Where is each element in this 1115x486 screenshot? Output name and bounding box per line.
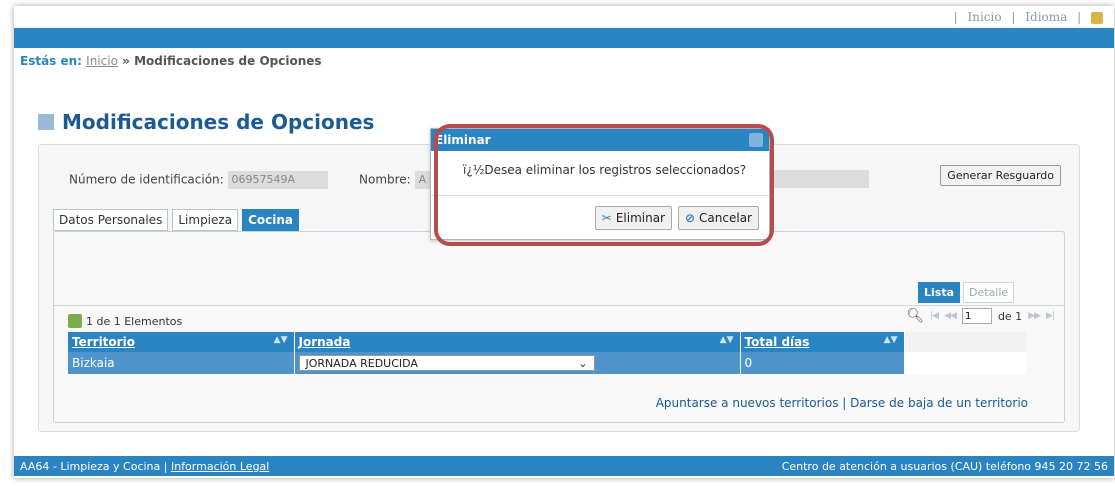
tab-cocina[interactable]: Cocina (242, 209, 299, 231)
separator: | (1011, 10, 1016, 24)
sort-icon[interactable]: ▲▼ (720, 335, 734, 345)
cancel-icon: ⊘ (684, 211, 696, 225)
confirm-delete-button[interactable]: ✂ Eliminar (594, 206, 672, 230)
id-value: 06957549A (227, 171, 328, 189)
grid-count: 1 de 1 Elementos (68, 314, 182, 328)
tab-limpieza[interactable]: Limpieza (172, 209, 239, 231)
dialog-actions: ✂ Eliminar ⊘ Cancelar (431, 195, 769, 241)
chevron-down-icon: ⌄ (578, 356, 588, 370)
separator: | (842, 396, 847, 410)
leave-territory-link[interactable]: Darse de baja de un territorio (850, 396, 1028, 410)
sort-icon[interactable]: ▲▼ (884, 335, 898, 345)
territory-links: Apuntarse a nuevos territorios | Darse d… (656, 396, 1028, 410)
breadcrumb-current: Modificaciones de Opciones (134, 54, 322, 68)
footer: AA64 - Limpieza y Cocina | Información L… (14, 456, 1114, 476)
grid-count-text: 1 de 1 Elementos (86, 314, 183, 328)
cell-territorio: Bizkaia (68, 352, 295, 374)
tab-lista[interactable]: Lista (918, 282, 961, 303)
page-of-text: de 1 (997, 309, 1023, 323)
cell-total-dias: 0 (740, 352, 905, 374)
sort-icon[interactable]: ▲▼ (274, 335, 288, 345)
generate-receipt-button[interactable]: Generar Resguardo (940, 165, 1061, 186)
top-links: | Inicio | Idioma | (951, 10, 1106, 24)
page-title: Modificaciones de Opciones (38, 110, 374, 134)
data-grid: 1 de 1 Elementos 🔍︎ |◀ ◀◀ de 1 ▶▶ ▶| (54, 305, 1066, 423)
cell-jornada: JORNADA REDUCIDA ⌄ (294, 352, 741, 374)
breadcrumb-label: Estás en: (20, 54, 82, 68)
id-field: Número de identificación: 06957549A (69, 171, 328, 189)
dialog-titlebar: Eliminar (431, 129, 769, 151)
first-page-icon[interactable]: |◀ (930, 311, 939, 321)
prev-page-icon[interactable]: ◀◀ (944, 311, 957, 321)
join-territory-link[interactable]: Apuntarse a nuevos territorios (656, 396, 839, 410)
separator: | (1077, 10, 1082, 24)
last-page-icon[interactable]: ▶| (1046, 311, 1055, 321)
language-link[interactable]: Idioma (1025, 10, 1067, 24)
column-header-total-dias[interactable]: Total días ▲▼ (740, 332, 905, 352)
pager: 🔍︎ |◀ ◀◀ de 1 ▶▶ ▶| (906, 308, 1055, 324)
tab-datos-personales[interactable]: Datos Personales (53, 209, 169, 231)
page-title-text: Modificaciones de Opciones (62, 110, 375, 134)
breadcrumb-separator: » (122, 54, 130, 68)
grid-icon (68, 314, 82, 328)
delete-dialog: Eliminar ï¿½Desea eliminar los registros… (430, 128, 770, 240)
search-icon[interactable]: 🔍︎ (906, 308, 924, 324)
territory-table: Territorio ▲▼ Jornada ▲▼ Total días ▲▼ B… (68, 332, 1026, 374)
footer-app-name: AA64 - Limpieza y Cocina | (20, 459, 168, 473)
table-row[interactable]: Bizkaia JORNADA REDUCIDA ⌄ 0 (68, 352, 1026, 374)
column-header-territorio[interactable]: Territorio ▲▼ (68, 332, 295, 352)
close-icon[interactable] (749, 133, 763, 147)
breadcrumb-home-link[interactable]: Inicio (86, 54, 118, 68)
breadcrumb: Estás en: Inicio » Modificaciones de Opc… (20, 54, 322, 68)
app-window: | Inicio | Idioma | Estás en: Inicio » M… (14, 6, 1114, 478)
view-tabs: Lista Detalle (918, 282, 1015, 303)
tab-content: Lista Detalle 1 de 1 Elementos 🔍︎ |◀ ◀◀ … (53, 231, 1066, 423)
legal-info-link[interactable]: Información Legal (171, 460, 269, 473)
scissors-icon: ✂ (601, 211, 612, 225)
dialog-message: ï¿½Desea eliminar los registros seleccio… (463, 163, 747, 177)
home-link[interactable]: Inicio (967, 10, 1001, 24)
dialog-title: Eliminar (435, 133, 491, 147)
column-header-empty (904, 332, 1026, 352)
cell-empty (904, 352, 1026, 374)
id-label: Número de identificación: (69, 172, 224, 187)
next-page-icon[interactable]: ▶▶ (1028, 311, 1041, 321)
cancel-button[interactable]: ⊘ Cancelar (677, 206, 759, 230)
footer-contact: Centro de atención a usuarios (CAU) telé… (781, 459, 1108, 473)
tab-detalle[interactable]: Detalle (963, 282, 1015, 303)
user-icon[interactable] (1091, 11, 1103, 24)
separator: | (953, 10, 958, 24)
tab-bar: Datos Personales Limpieza Cocina (53, 209, 299, 231)
title-square-icon (38, 114, 54, 130)
jornada-select[interactable]: JORNADA REDUCIDA ⌄ (298, 355, 595, 371)
header-bar (14, 28, 1114, 48)
name-label: Nombre: (359, 172, 411, 187)
column-header-jornada[interactable]: Jornada ▲▼ (294, 332, 741, 352)
page-input[interactable] (961, 308, 992, 324)
